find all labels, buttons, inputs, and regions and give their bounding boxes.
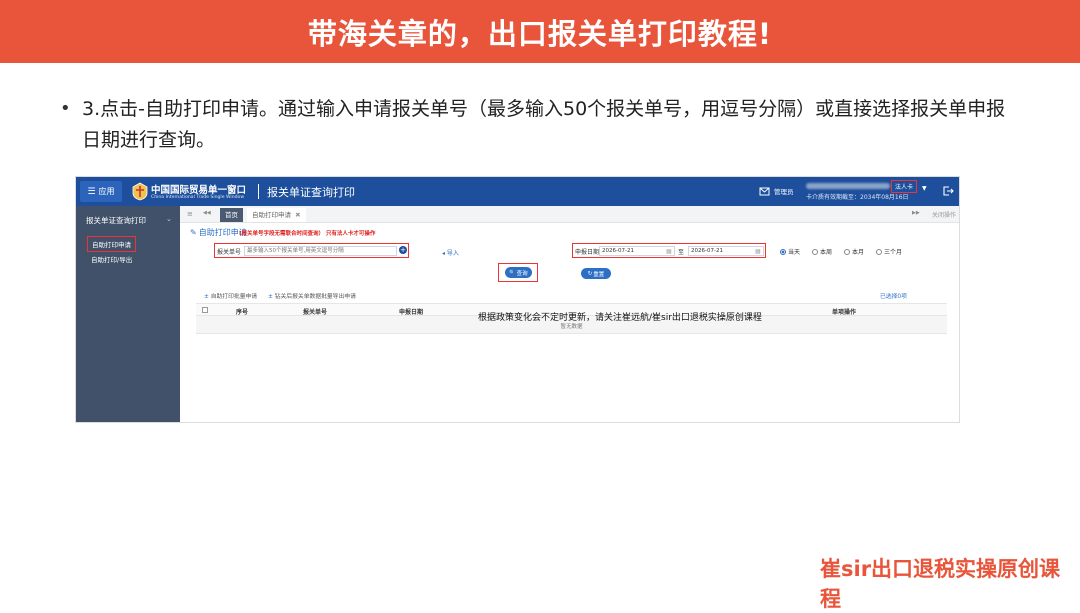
close-icon[interactable]: ✖ [295,211,300,219]
logo-en-text: China International Trade Single Window [151,195,245,200]
range-week-radio[interactable]: 本周 [812,247,832,256]
date-from-value: 2026-07-21 [602,248,634,254]
query-label: 查询 [516,270,528,277]
sidebar-item-self-print-apply[interactable]: 自助打印申请 [87,236,136,252]
plus-icon: ± [268,294,273,300]
range-today-radio[interactable]: 当天 [780,247,800,256]
batch-export-button[interactable]: ± 钻关后报关单数据批量导出申请 [268,291,356,300]
step-text: 3.点击-自助打印申请。通过输入申请报关单号（最多输入50个报关单号，用逗号分隔… [82,98,1006,151]
date-to-value: 2026-07-21 [691,248,723,254]
course-watermark: 崔sir出口退税实操原创课程 [820,557,1061,611]
tab-prev-icon[interactable]: ◀◀ [203,210,211,216]
declare-date-field-group: 申报日期 2026-07-21 ▦ 至 2026-07-21 ▦ [572,243,766,258]
col-actions: 单项操作 [832,309,857,316]
tab-label: 自助打印申请 [252,211,291,219]
role-dropdown-icon[interactable]: ▼ [922,185,927,192]
query-highlight: 🔍 查询 [498,263,538,282]
sidebar-group-title[interactable]: 报关单证查询打印 [86,215,146,226]
slide-title: 带海关章的，出口报关单打印教程! [307,16,773,51]
app-menu-label: 应用 [98,187,115,196]
range-three-months-radio[interactable]: 三个月 [876,247,902,256]
portal-screenshot: ☰ 应用 中国国际贸易单一窗口 China International Trad… [75,176,960,423]
sidebar: 报关单证查询打印 ⌄ 自助打印申请 自助打印/导出 [76,206,180,422]
batch-apply-label: 自助打印批量申请 [210,294,258,300]
reset-label: 重置 [593,271,605,278]
update-notice-overlay: 根据政策变化会不定时更新，请关注崔远航/崔sir出口退税实操原创课程 [478,313,762,323]
col-decl-no: 报关单号 [303,309,328,316]
date-to-input[interactable]: 2026-07-21 ▦ [688,246,764,256]
menu-toggle-icon[interactable]: ≡ [187,210,193,218]
tab-bar: ≡ ◀◀ 首页 自助打印申请 ✖ ▶▶ 关闭操作 [180,206,959,223]
add-icon[interactable]: + [399,246,407,254]
decl-no-field-group: 报关单号 + [214,243,409,258]
logout-icon[interactable] [942,185,954,197]
step-bullet: • 3.点击-自助打印申请。通过输入申请报关单号（最多输入50个报关单号，用逗号… [60,94,1020,156]
account-name-blurred [806,183,890,189]
sidebar-item-self-print-export[interactable]: 自助打印/导出 [91,254,132,264]
refresh-icon: ↻ [587,270,593,277]
tab-next-icon[interactable]: ▶▶ [912,210,920,216]
slide-banner: 带海关章的，出口报关单打印教程! [0,0,1080,63]
query-button[interactable]: 🔍 查询 [505,267,532,278]
range-label: 本月 [852,249,865,256]
app-menu-button[interactable]: ☰ 应用 [80,181,122,202]
tab-self-print-apply[interactable]: 自助打印申请 ✖ [247,208,306,222]
edit-icon: ✎ [190,228,197,237]
portal-topbar: ☰ 应用 中国国际贸易单一窗口 China International Trad… [76,177,959,206]
mail-icon[interactable] [759,186,770,197]
col-declare-date: 申报日期 [399,309,424,316]
radio-on-icon [780,248,786,255]
plus-icon: ± [204,294,209,300]
close-operations-button[interactable]: 关闭操作 [932,210,956,219]
chevron-down-icon[interactable]: ⌄ [166,215,172,223]
range-label: 三个月 [884,249,903,256]
range-label: 当天 [788,249,801,256]
declare-date-label: 申报日期 [575,249,600,256]
radio-off-icon [844,248,850,255]
select-all-checkbox[interactable] [202,307,208,313]
module-title: 报关单证查询打印 [267,186,355,199]
search-icon: 🔍 [509,269,516,276]
single-window-logo-icon [132,182,148,201]
logo-cn-text: 中国国际贸易单一窗口 [151,185,247,196]
selected-count: 已选择0项 [880,294,907,300]
batch-export-label: 钻关后报关单数据批量导出申请 [274,294,356,300]
range-month-radio[interactable]: 本月 [844,247,864,256]
col-index: 序号 [236,309,249,316]
date-to-label: 至 [678,249,685,256]
radio-off-icon [812,248,818,255]
reset-button[interactable]: ↻ 重置 [581,268,611,279]
calendar-icon[interactable]: ▦ [755,248,763,256]
table-toolbar: ± 自助打印批量申请 ± 钻关后报关单数据批量导出申请 已选择0项 [204,291,955,302]
empty-text: 暂无数据 [560,324,583,330]
batch-apply-button[interactable]: ± 自助打印批量申请 [204,291,257,300]
date-from-input[interactable]: 2026-07-21 ▦ [599,246,675,256]
radio-off-icon [876,248,882,255]
panel-note: (报关单号字段无需联合时间查询） 只有法人卡才可操作 [239,231,376,237]
decl-no-label: 报关单号 [217,249,242,256]
decl-no-input[interactable] [244,246,397,256]
import-label: 导入 [446,250,459,257]
admin-label: 管理员 [774,188,794,196]
hamburger-icon: ☰ [87,186,96,197]
title-divider [258,184,259,199]
tab-home[interactable]: 首页 [220,208,243,222]
bullet-dot: • [60,98,71,119]
calendar-icon[interactable]: ▦ [666,248,674,256]
range-label: 本周 [820,249,833,256]
import-button[interactable]: ◂ 导入 [442,248,459,257]
card-expiry-text: 卡介质有效期截至：2034年08月16日 [806,194,909,201]
